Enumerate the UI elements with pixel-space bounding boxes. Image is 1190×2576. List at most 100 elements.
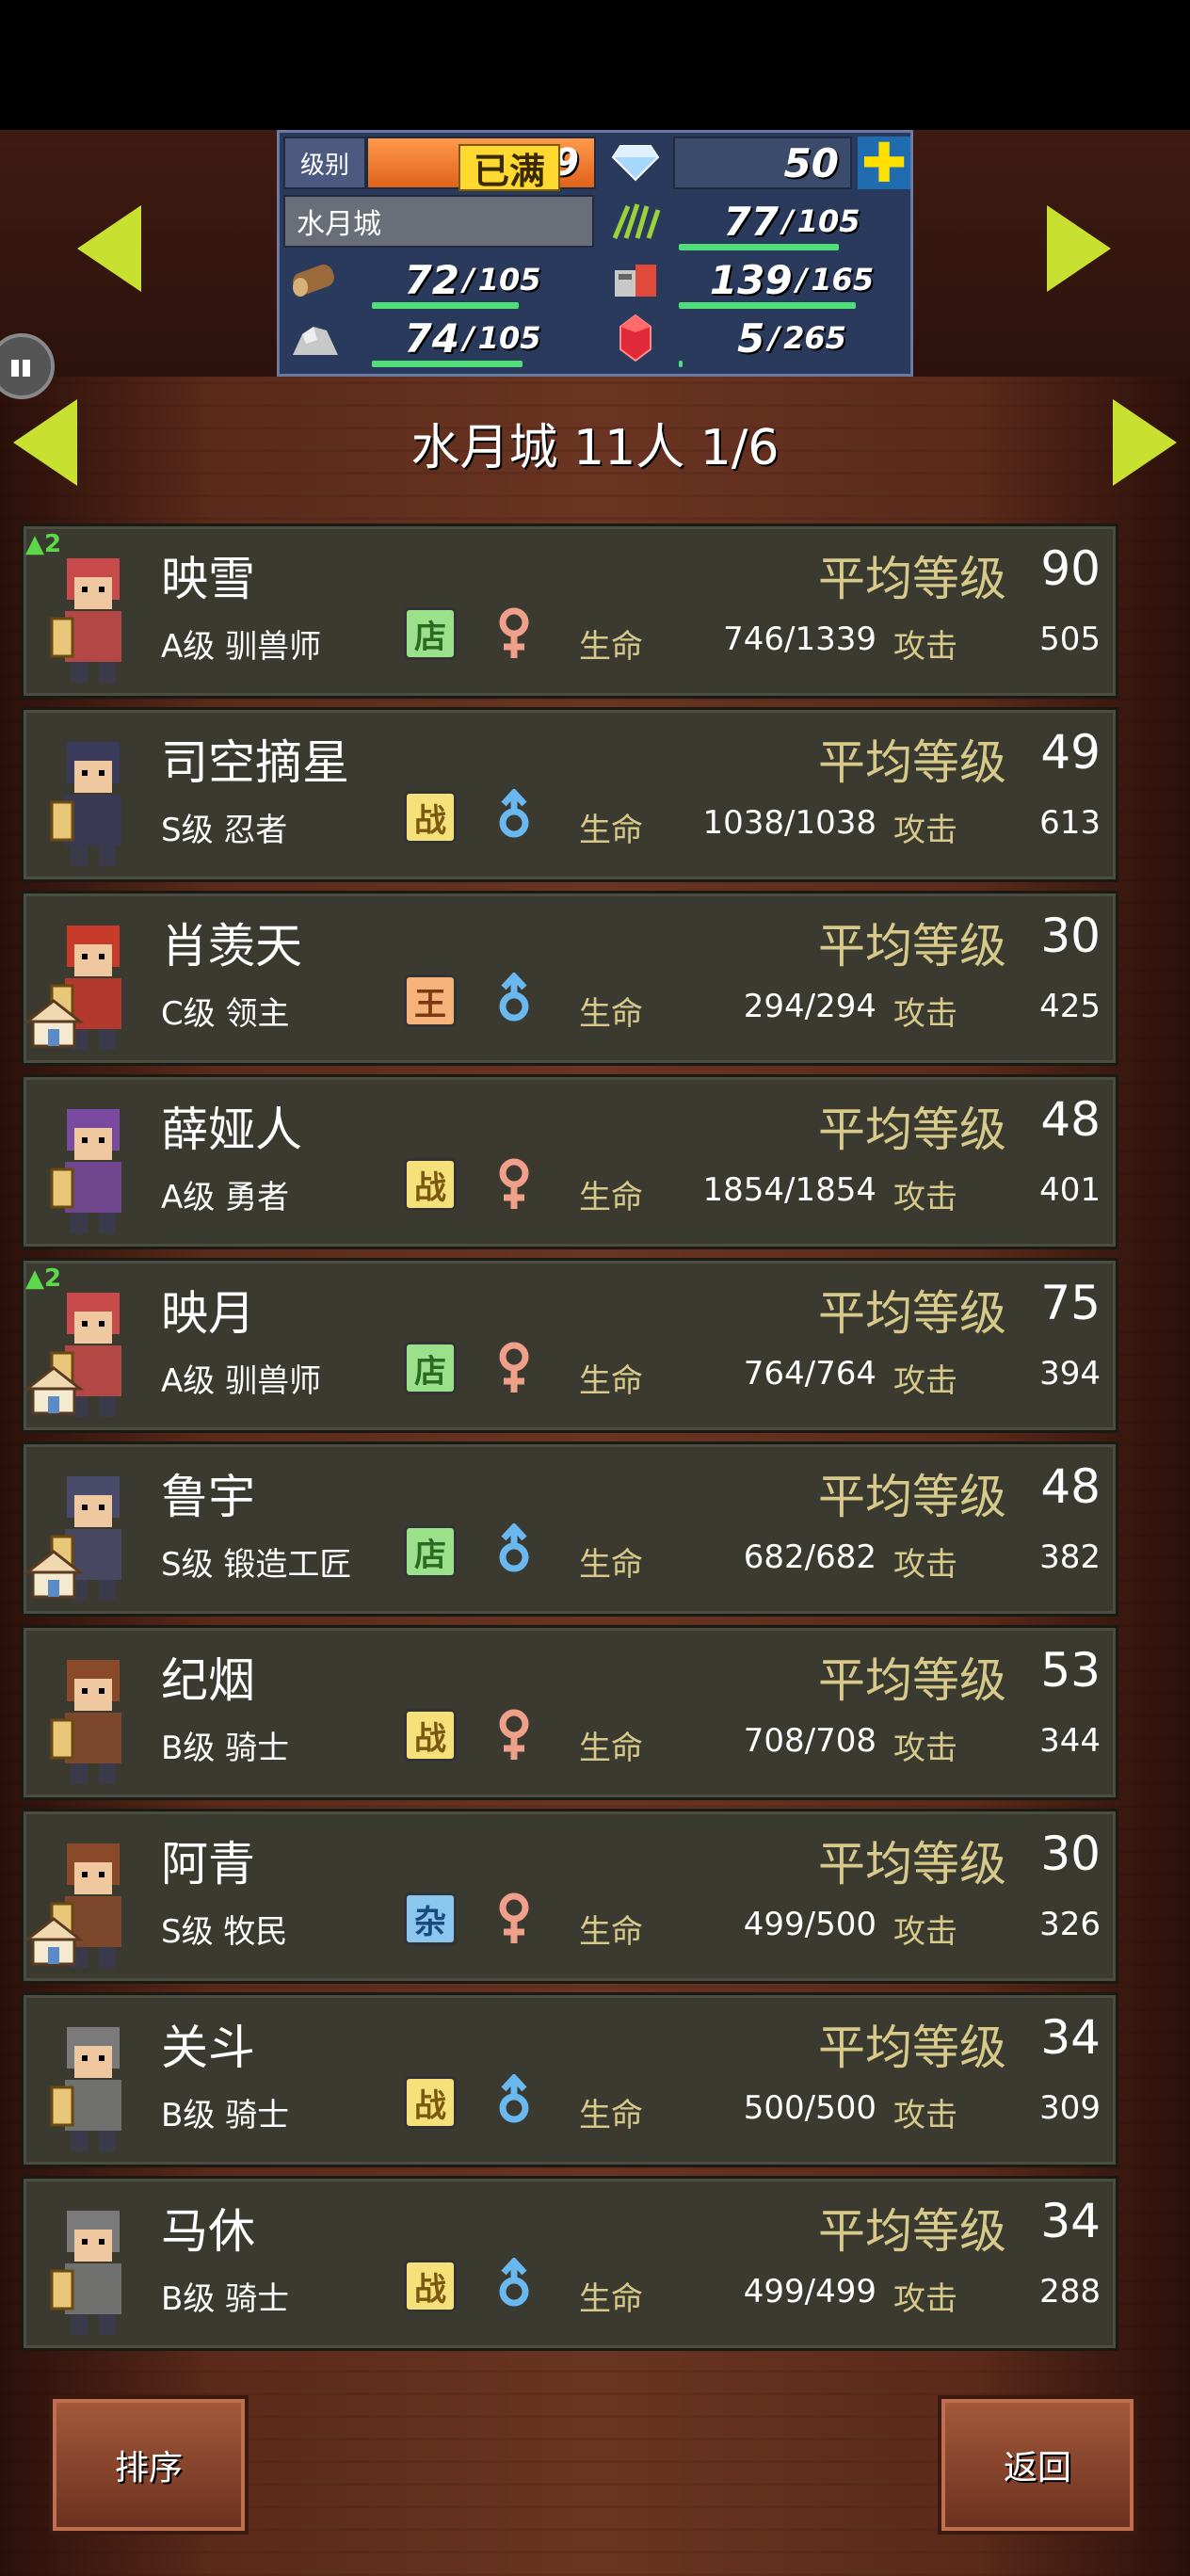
hp-value: 746/1339 [723,620,876,658]
attack-value: 613 [1039,804,1101,842]
resident-avatar [33,2192,155,2343]
hp-value: 1038/1038 [702,804,876,842]
level-max-badge: 已满 [458,144,560,192]
male-icon [490,787,538,845]
resident-avatar [33,1090,155,1241]
role-tag: 店 [404,1525,457,1578]
attack-label: 攻击 [893,995,957,1033]
attack-label: 攻击 [893,1546,957,1584]
ore-current: 74 [404,314,459,362]
avg-level-value: 30 [1040,1827,1101,1881]
goods-bar [679,302,856,309]
resident-card[interactable]: 马休 平均等级 34 B级 骑士 战 生命 499/499 攻击 288 [21,2176,1118,2351]
hp-label: 生命 [579,2097,643,2134]
house-icon [23,1548,85,1601]
resident-card[interactable]: 鲁宇 平均等级 48 S级 锻造工匠 店 生命 682/682 攻击 382 [21,1441,1118,1617]
prev-town-arrow-icon[interactable] [77,205,141,292]
resident-class: B级 骑士 [161,2280,290,2318]
grass-food-icon [605,195,666,248]
food-bar [679,244,839,250]
resident-name: 肖羡天 [161,919,302,974]
resident-card[interactable]: 肖羡天 平均等级 30 C级 领主 王 生命 294/294 攻击 425 [21,891,1118,1066]
role-tag: 战 [404,791,457,844]
next-page-arrow-icon[interactable] [1113,399,1177,486]
resident-card[interactable]: ▲2 映月 平均等级 75 A级 驯兽师 店 生命 764/764 攻击 394 [21,1258,1118,1433]
resident-card[interactable]: 薛娅人 平均等级 48 A级 勇者 战 生命 1854/1854 攻击 401 [21,1074,1118,1249]
promotion-badge: ▲2 [25,1264,62,1293]
attack-value: 326 [1039,1906,1101,1943]
avg-level-label: 平均等级 [818,1653,1006,1708]
hp-label: 生命 [579,2280,643,2318]
resident-class: S级 锻造工匠 [161,1546,352,1584]
avg-level-value: 34 [1040,2010,1101,2065]
house-icon [23,1364,85,1417]
role-tag: 战 [404,1709,457,1762]
attack-label: 攻击 [893,1730,957,1767]
avg-level-value: 48 [1040,1092,1101,1147]
wood-log-icon [285,253,346,306]
resident-class: A级 驯兽师 [161,1362,322,1400]
hp-value: 499/499 [743,2273,876,2310]
attack-value: 382 [1039,1538,1101,1576]
wood-bar [372,302,519,309]
attack-label: 攻击 [893,812,957,849]
add-gems-button[interactable]: ✚ [858,136,910,190]
avg-level-label: 平均等级 [818,2021,1006,2075]
avg-level-value: 49 [1040,725,1101,780]
attack-label: 攻击 [893,2280,957,2318]
resident-name: 薛娅人 [161,1103,302,1157]
goods-value: 139/165 [709,256,875,303]
resident-class: C级 领主 [161,995,290,1033]
avg-level-label: 平均等级 [818,919,1006,974]
food-max: 105 [796,203,860,239]
promotion-badge: ▲2 [25,530,62,558]
hp-value: 1854/1854 [702,1171,876,1209]
female-icon [490,1340,538,1396]
attack-value: 288 [1039,2273,1101,2310]
resident-avatar [33,2008,155,2159]
resident-card[interactable]: ▲2 映雪 平均等级 90 A级 驯兽师 店 生命 746/1339 攻击 505 [21,523,1118,699]
page-title: 水月城 11人 1/6 [410,419,780,476]
resident-card[interactable]: 阿青 平均等级 30 S级 牧民 杂 生命 499/500 攻击 326 [21,1809,1118,1984]
level-value: 已满 9 [366,137,596,192]
prev-page-arrow-icon[interactable] [13,399,77,486]
hp-label: 生命 [579,1546,643,1584]
resident-class: S级 牧民 [161,1913,288,1951]
resident-class: S级 忍者 [161,812,288,849]
resident-class: A级 驯兽师 [161,628,322,666]
role-tag: 战 [404,1158,457,1211]
hp-value: 499/500 [743,1906,876,1943]
wood-current: 72 [404,256,459,303]
resource-panel: 级别 已满 9 50 ✚ 水月城 77/105 72/105 139/165 7… [277,130,913,377]
resident-name: 阿青 [161,1837,255,1892]
hp-label: 生命 [579,1913,643,1951]
ruby-icon [605,312,666,364]
next-town-arrow-icon[interactable] [1047,205,1111,292]
resident-name: 马休 [161,2204,255,2259]
resident-card[interactable]: 司空摘星 平均等级 49 S级 忍者 战 生命 1038/1038 攻击 613 [21,707,1118,882]
diamond-icon [605,137,666,189]
hp-value: 500/500 [743,2089,876,2127]
male-icon [490,1521,538,1580]
resident-class: B级 骑士 [161,2097,290,2134]
ruby-current: 5 [737,314,765,362]
resident-card[interactable]: 纪烟 平均等级 53 B级 骑士 战 生命 708/708 攻击 344 [21,1625,1118,1800]
role-tag: 战 [404,2076,457,2129]
resident-card[interactable]: 关斗 平均等级 34 B级 骑士 战 生命 500/500 攻击 309 [21,1992,1118,2167]
wood-value: 72/105 [404,256,541,303]
role-tag: 店 [404,1342,457,1394]
goods-max: 165 [811,262,875,298]
hp-value: 708/708 [743,1722,876,1760]
role-tag: 战 [404,2260,457,2312]
attack-label: 攻击 [893,1362,957,1400]
ore-value: 74/105 [404,314,541,362]
avg-level-label: 平均等级 [818,1286,1006,1341]
attack-value: 505 [1039,620,1101,658]
sort-button[interactable]: 排序 [49,2395,249,2535]
back-button[interactable]: 返回 [938,2395,1137,2535]
role-tag: 杂 [404,1892,457,1945]
hp-value: 294/294 [743,988,876,1025]
role-tag: 王 [404,974,457,1027]
resident-name: 映月 [161,1286,255,1341]
resident-name: 纪烟 [161,1653,255,1708]
